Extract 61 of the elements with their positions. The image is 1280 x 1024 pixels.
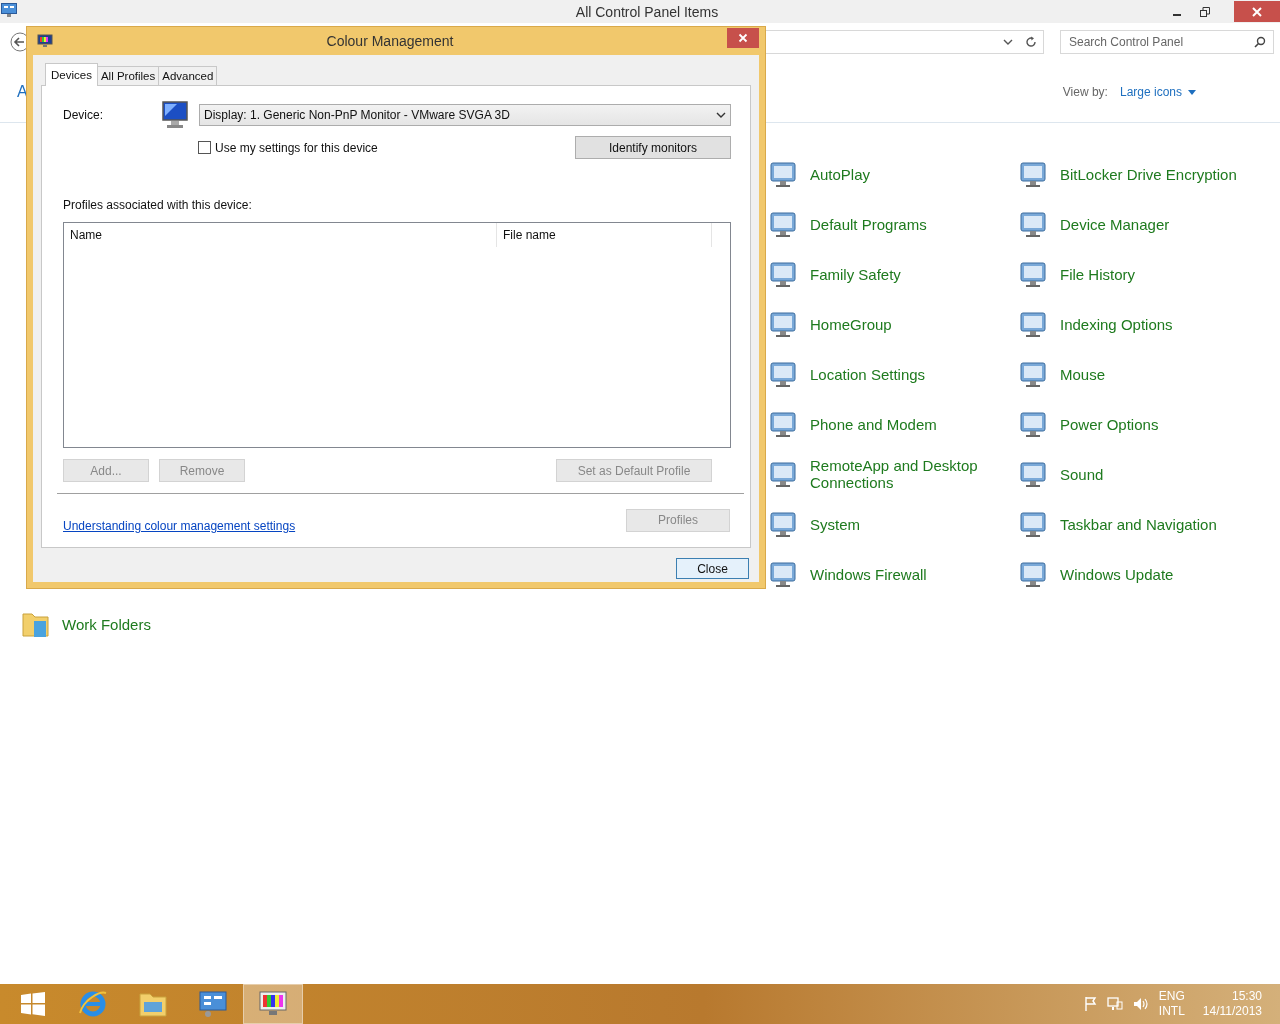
control-panel-item[interactable]: AutoPlay: [768, 153, 1018, 195]
control-panel-item[interactable]: Phone and Modem: [768, 403, 1018, 445]
help-link[interactable]: Understanding colour management settings: [63, 519, 296, 533]
control-panel-item[interactable]: Windows Firewall: [768, 553, 1018, 595]
windows-logo-icon: [20, 991, 46, 1017]
control-panel-item[interactable]: Mouse: [1018, 353, 1268, 395]
flag-icon[interactable]: [1084, 997, 1097, 1011]
control-panel-item[interactable]: Indexing Options: [1018, 303, 1268, 345]
control-panel-item[interactable]: Taskbar and Navigation: [1018, 503, 1268, 545]
use-my-settings-checkbox[interactable]: Use my settings for this device: [198, 140, 378, 155]
caret-icon: [1188, 89, 1196, 95]
control-panel-icon: [198, 990, 228, 1018]
monitor-icon: [258, 990, 288, 1018]
refresh-icon[interactable]: [1025, 36, 1037, 48]
caret-icon: [716, 111, 726, 119]
browser-icon: [78, 989, 108, 1019]
control-panel-item[interactable]: File History: [1018, 253, 1268, 295]
close-icon: [1252, 6, 1262, 17]
control-panel-item[interactable]: Device Manager: [1018, 203, 1268, 245]
control-panel-item[interactable]: RemoteApp and Desktop Connections: [768, 453, 1018, 495]
clock-date: 14/11/2013: [1202, 1004, 1262, 1019]
control-panel-item[interactable]: Windows Update: [1018, 553, 1268, 595]
control-panel-item[interactable]: Work Folders: [20, 603, 1280, 645]
close-icon: [738, 33, 748, 43]
network-icon[interactable]: [1106, 997, 1123, 1011]
close-button[interactable]: [1234, 1, 1280, 22]
control-panel-item[interactable]: Default Programs: [768, 203, 1018, 245]
close-button[interactable]: [727, 28, 759, 48]
search-icon: [1254, 36, 1266, 48]
tab[interactable]: Devices: [45, 63, 98, 86]
folder-icon: [138, 990, 168, 1018]
device-label: Device:: [63, 108, 104, 122]
column-header[interactable]: File name: [497, 223, 712, 247]
control-panel-item[interactable]: Location Settings: [768, 353, 1018, 395]
taskbar-button[interactable]: [244, 985, 302, 1023]
restore-icon[interactable]: [1200, 6, 1210, 17]
column-header[interactable]: Name: [64, 223, 497, 247]
control-panel-item[interactable]: Power Options: [1018, 403, 1268, 445]
device-dropdown[interactable]: Display: 1. Generic Non-PnP Monitor - VMware SVGA 3D: [199, 104, 731, 126]
monitor-icon: [161, 100, 191, 130]
control-panel-item[interactable]: System: [768, 503, 1018, 545]
control-panel-item[interactable]: HomeGroup: [768, 303, 1018, 345]
control-panel-item[interactable]: Sound: [1018, 453, 1268, 495]
speaker-icon[interactable]: [1132, 997, 1149, 1011]
window-title: All Control Panel Items: [575, 3, 719, 20]
close-dialog-button[interactable]: Close: [676, 558, 749, 579]
language-label: ENG: [1158, 989, 1185, 1004]
dialog-title: Colour Management: [325, 33, 455, 49]
view-by-dropdown[interactable]: Large icons: [1119, 85, 1196, 99]
monitor-icon: [37, 34, 53, 48]
identify-monitors-button[interactable]: Identify monitors: [575, 136, 731, 159]
dropdown-icon[interactable]: [1003, 38, 1013, 46]
clock-time: 15:30: [1231, 989, 1262, 1004]
control-panel-item[interactable]: BitLocker Drive Encryption: [1018, 153, 1268, 195]
tab[interactable]: Advanced: [158, 66, 218, 85]
control-panel-item[interactable]: Family Safety: [768, 253, 1018, 295]
control-panel-icon: [1, 3, 17, 17]
view-by-label: View by:: [1062, 85, 1108, 99]
keyboard-layout-label: INTL: [1158, 1004, 1185, 1019]
search-field[interactable]: Search Control Panel: [1060, 30, 1274, 54]
profiles-label: Profiles associated with this device:: [63, 198, 253, 212]
